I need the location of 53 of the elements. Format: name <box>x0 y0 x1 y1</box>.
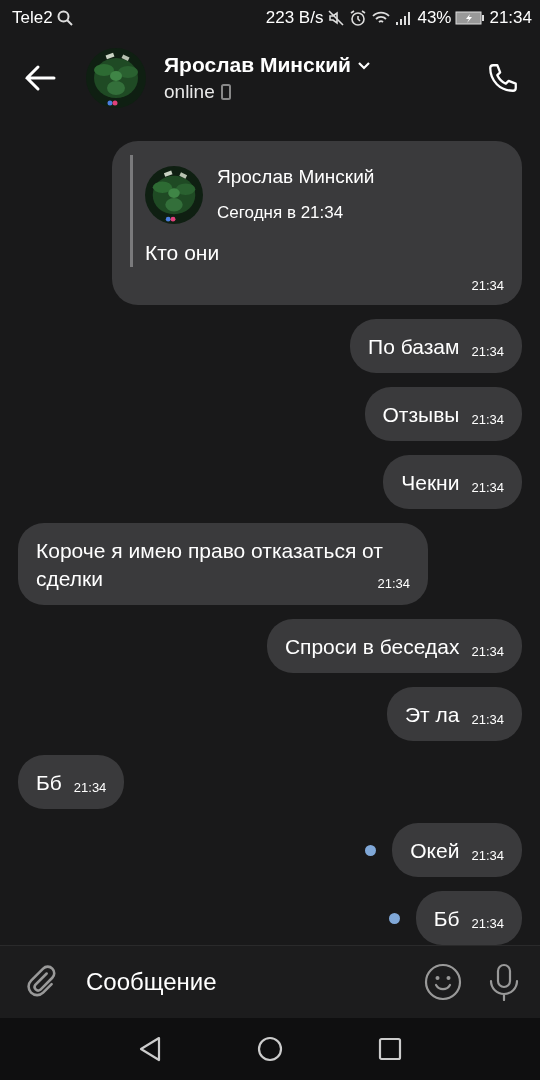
message-field[interactable]: Сообщение <box>84 967 398 997</box>
message-time: 21:34 <box>471 481 504 495</box>
message-bubble[interactable]: Спроси в беседах 21:34 <box>266 619 522 673</box>
quoted-text: Кто они <box>145 240 221 266</box>
quoted-date: Сегодня в 21:34 <box>217 202 345 224</box>
message-text: По базам <box>368 335 460 358</box>
message-bubble[interactable]: По базам 21:34 <box>350 319 522 373</box>
message-bubble[interactable]: Бб 21:34 <box>18 755 125 809</box>
message-bubble[interactable]: Ярослав Минский Сегодня в 21:34 Кто они 21:34 <box>112 141 522 305</box>
message-text: Чекни <box>401 471 460 494</box>
message-time: 21:34 <box>471 849 504 863</box>
clock-time: 21:34 <box>489 8 532 28</box>
call-button[interactable] <box>486 61 520 95</box>
message-time: 21:34 <box>471 713 504 727</box>
nav-home-button[interactable] <box>257 1036 283 1062</box>
battery-percent: 43% <box>417 8 452 28</box>
attach-button[interactable] <box>24 965 58 999</box>
online-status: online <box>164 81 215 103</box>
message-bubble[interactable]: Бб 21:34 <box>415 891 522 945</box>
message-text: Спроси в беседах <box>284 635 460 658</box>
message-time: 21:34 <box>73 781 107 795</box>
message-time: 21:34 <box>471 645 504 659</box>
microphone-button[interactable] <box>488 963 520 1001</box>
message-time: 21:34 <box>471 413 504 427</box>
search-icon <box>56 10 73 26</box>
message-bubble[interactable]: Окей 21:34 <box>392 823 522 877</box>
back-button[interactable] <box>24 64 56 92</box>
message-text: Окей <box>410 839 460 862</box>
emoji-button[interactable] <box>424 963 462 1001</box>
contact-name[interactable]: Ярослав Минский <box>164 53 351 77</box>
message-text: Отзывы <box>382 403 460 426</box>
nav-back-button[interactable] <box>138 1036 162 1062</box>
message-time: 21:34 <box>471 279 504 293</box>
message-bubble[interactable]: Отзывы 21:34 <box>364 387 522 441</box>
battery-charging-icon <box>455 10 486 26</box>
message-bubble[interactable]: Короче я имею право отказаться от сделки 21:34 <box>18 523 428 605</box>
message-text: Эт ла <box>404 703 460 726</box>
message-text: Бб <box>36 771 62 794</box>
message-time: 21:34 <box>471 345 504 359</box>
chevron-down-icon <box>357 60 371 70</box>
message-text: Бб <box>433 907 460 930</box>
phone-device-icon <box>220 84 231 100</box>
wifi-icon <box>371 10 392 26</box>
nav-recents-button[interactable] <box>378 1037 402 1061</box>
muted-speaker-icon <box>327 9 346 27</box>
alarm-icon <box>349 9 368 27</box>
message-time: 21:34 <box>471 917 504 931</box>
network-speed: 223 B/s <box>265 8 324 28</box>
message-bubble[interactable]: Эт ла 21:34 <box>386 687 522 741</box>
message-time: 21:34 <box>377 577 410 591</box>
carrier-name: Tele2 <box>12 8 53 28</box>
message-bubble[interactable]: Чекни 21:34 <box>383 455 522 509</box>
quoted-sender: Ярослав Минский <box>217 165 375 189</box>
